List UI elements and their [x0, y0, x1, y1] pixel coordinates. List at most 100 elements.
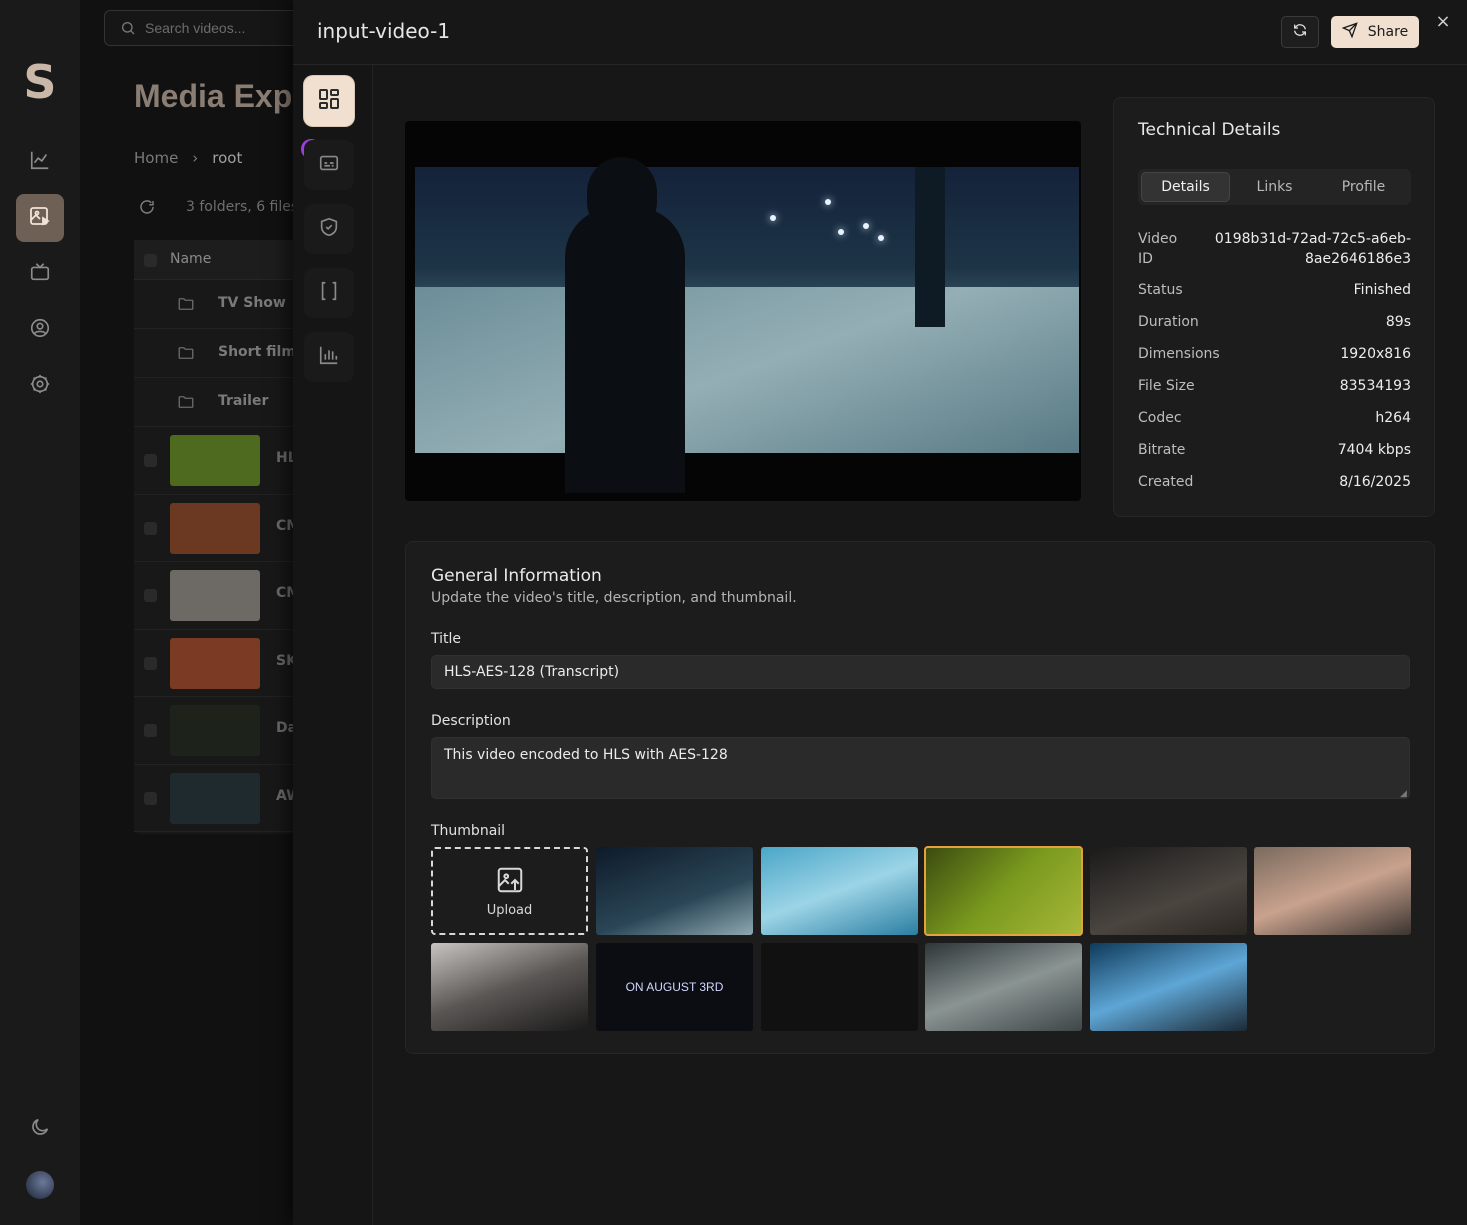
folder-icon: [176, 295, 196, 317]
video-thumbnail: [170, 435, 260, 486]
tab-profile[interactable]: Profile: [1319, 172, 1408, 202]
refresh-icon: [1292, 22, 1308, 42]
upload-thumbnail-button[interactable]: Upload: [431, 847, 588, 935]
breadcrumb-current: root: [212, 149, 243, 167]
video-thumbnail: [170, 772, 260, 824]
thumbnail-option[interactable]: [431, 943, 588, 1031]
detail-value-line: 8ae2646186e3: [1305, 251, 1411, 267]
account-nav-button[interactable]: [16, 306, 64, 354]
detail-value: Finished: [1353, 282, 1411, 298]
thumbnail-option[interactable]: [1090, 847, 1247, 935]
shield-check-icon: [318, 216, 340, 242]
thumbnail-option[interactable]: [761, 943, 918, 1031]
select-all-checkbox[interactable]: [144, 254, 157, 267]
analytics-nav-button[interactable]: [16, 138, 64, 186]
detail-key: Created: [1138, 474, 1194, 490]
brackets-icon: [318, 280, 340, 306]
detail-key-line: ID: [1138, 251, 1153, 267]
refresh-button[interactable]: [1281, 16, 1319, 48]
detail-value: 0198b31d-72ad-72c5-a6eb- 8ae2646186e3: [1211, 229, 1411, 269]
video-thumbnail: [170, 570, 260, 621]
media-library-icon: [28, 204, 52, 232]
video-thumbnail: [170, 705, 260, 756]
general-information-card: General Information Update the video's t…: [405, 541, 1435, 1054]
refresh-icon[interactable]: [138, 198, 156, 220]
detail-key: File Size: [1138, 378, 1195, 394]
share-label: Share: [1367, 24, 1409, 40]
video-scene-light: [838, 229, 844, 235]
theme-toggle-button[interactable]: [16, 1105, 64, 1153]
thumbnail-option[interactable]: [924, 846, 1083, 936]
detail-row: Bitrate 7404 kbps: [1138, 442, 1411, 462]
tab-links[interactable]: Links: [1230, 172, 1319, 202]
row-checkbox[interactable]: [144, 656, 157, 670]
row-checkbox[interactable]: [144, 521, 157, 535]
drawer-title: input-video-1: [317, 19, 451, 43]
thumbnail-option[interactable]: [761, 847, 918, 935]
thumbnail-option[interactable]: [596, 847, 753, 935]
chart-line-icon: [29, 149, 51, 175]
bar-chart-icon: [318, 344, 340, 370]
thumbnail-option[interactable]: [1254, 847, 1411, 935]
avatar[interactable]: [26, 1171, 54, 1199]
tab-details[interactable]: Details: [1141, 172, 1230, 202]
thumbnail-option[interactable]: [925, 943, 1082, 1031]
tv-nav-button[interactable]: [16, 250, 64, 298]
user-circle-icon: [29, 317, 51, 343]
detail-value: h264: [1375, 410, 1411, 426]
embed-section-button[interactable]: [304, 268, 354, 318]
folder-icon: [176, 393, 196, 415]
general-information-subtitle: Update the video's title, description, a…: [431, 590, 797, 606]
folder-name: Trailer: [218, 393, 269, 409]
video-scene-ground: [415, 287, 1079, 453]
dashboard-icon: [317, 87, 341, 115]
video-thumbnail: [170, 637, 260, 689]
title-input[interactable]: [431, 655, 1410, 689]
detail-value-line: 0198b31d-72ad-72c5-a6eb-: [1214, 231, 1411, 247]
technical-tabs: Details Links Profile: [1138, 169, 1411, 205]
video-thumbnail: [170, 502, 260, 554]
analytics-section-button[interactable]: [304, 332, 354, 382]
row-checkbox[interactable]: [144, 589, 157, 602]
settings-nav-button[interactable]: [16, 362, 64, 410]
video-scene-person: [565, 207, 685, 493]
overview-section-button[interactable]: [304, 76, 354, 126]
title-label: Title: [431, 631, 462, 647]
column-name-header[interactable]: Name: [170, 251, 211, 267]
media-nav-button[interactable]: [16, 194, 64, 242]
thumbnail-option[interactable]: [1090, 943, 1247, 1031]
row-checkbox[interactable]: [144, 791, 157, 805]
detail-row: Dimensions 1920x816: [1138, 346, 1411, 366]
detail-value: 7404 kbps: [1337, 442, 1411, 458]
video-player[interactable]: [405, 121, 1081, 501]
breadcrumb: Home › root: [134, 149, 242, 167]
video-scene-tree: [915, 167, 945, 327]
app-logo: S: [23, 55, 57, 109]
detail-key: Dimensions: [1138, 346, 1220, 362]
row-checkbox[interactable]: [144, 724, 157, 737]
security-section-button[interactable]: [304, 204, 354, 254]
description-label: Description: [431, 713, 511, 729]
technical-details-card: Technical Details Details Links Profile …: [1113, 97, 1435, 517]
share-button[interactable]: Share: [1331, 16, 1419, 48]
thumbnail-caption: ON AUGUST 3RD: [625, 980, 724, 994]
subtitles-section-button[interactable]: [304, 140, 354, 190]
resize-handle-icon[interactable]: ◢: [1400, 789, 1407, 799]
detail-value: 1920x816: [1340, 346, 1411, 362]
detail-value: 8/16/2025: [1339, 474, 1411, 490]
close-icon[interactable]: ×: [1435, 13, 1451, 31]
detail-row-video-id: Video ID 0198b31d-72ad-72c5-a6eb- 8ae26461…: [1138, 229, 1411, 269]
moon-icon: [29, 1116, 51, 1142]
breadcrumb-home[interactable]: Home: [134, 149, 178, 167]
video-scene-light: [825, 199, 831, 205]
search-icon: [120, 20, 136, 40]
folder-name: TV Show: [218, 295, 286, 311]
drawer-header: input-video-1 Share ×: [293, 0, 1467, 65]
app-sidebar: S: [0, 0, 80, 1225]
video-scene-light: [770, 215, 776, 221]
description-textarea[interactable]: This video encoded to HLS with AES-128: [431, 737, 1410, 799]
page-title: Media Expl: [134, 78, 302, 114]
thumbnail-option[interactable]: ON AUGUST 3RD: [596, 943, 753, 1031]
row-checkbox[interactable]: [144, 454, 157, 467]
subtitles-icon: [318, 152, 340, 178]
